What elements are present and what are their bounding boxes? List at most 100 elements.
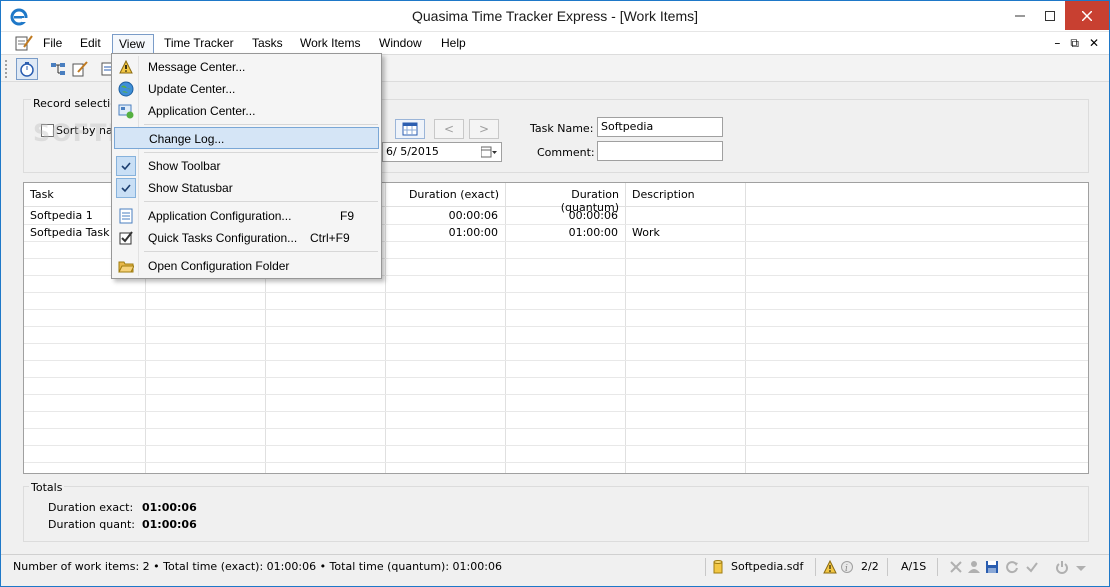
status-separator (705, 558, 706, 576)
status-summary: Number of work items: 2 • Total time (ex… (13, 560, 502, 573)
calendar-icon (402, 122, 418, 136)
duration-exact-value: 01:00:06 (142, 501, 197, 514)
cell-duration-quantum: 00:00:06 (568, 209, 618, 222)
duration-quant-value: 01:00:06 (142, 518, 197, 531)
apps-icon (118, 103, 134, 119)
menu-item-label: Application Center... (148, 104, 256, 118)
check-icon (118, 158, 134, 174)
menu-view[interactable]: View (112, 34, 154, 53)
task-name-input[interactable]: Softpedia (597, 117, 723, 137)
menu-window[interactable]: Window (373, 34, 428, 53)
dropdown-arrow-icon[interactable] (1075, 565, 1087, 573)
toolbar-edit-button[interactable] (69, 58, 91, 80)
empty-row (24, 344, 1088, 361)
status-bar: Number of work items: 2 • Total time (ex… (1, 554, 1109, 578)
menu-item-label: Message Center... (148, 60, 246, 74)
menu-item-label: Show Toolbar (148, 159, 221, 173)
document-icon[interactable] (15, 35, 33, 51)
previous-button[interactable]: < (434, 119, 464, 139)
empty-row (24, 395, 1088, 412)
menu-item-label: Application Configuration... (148, 209, 292, 223)
col-description[interactable]: Description (626, 183, 746, 207)
calendar-dropdown-icon[interactable] (481, 146, 497, 158)
menu-item-shortcut: F9 (340, 209, 355, 223)
status-file: Softpedia.sdf (731, 560, 804, 573)
menu-file[interactable]: File (37, 34, 68, 53)
date-value: 6/ 5/2015 (386, 145, 439, 158)
date-picker[interactable]: 6/ 5/2015 (382, 142, 502, 162)
empty-row (24, 293, 1088, 310)
empty-row (24, 412, 1088, 429)
database-icon (713, 560, 723, 574)
menu-work-items[interactable]: Work Items (294, 34, 366, 53)
mdi-minimize-button[interactable]: – (1054, 36, 1060, 51)
menu-item-label: Open Configuration Folder (148, 259, 290, 273)
menu-item-message-center[interactable]: Message Center... (114, 56, 379, 78)
user-icon[interactable] (967, 560, 981, 574)
menu-item-application-center[interactable]: Application Center... (114, 100, 379, 122)
duration-exact-label: Duration exact: (48, 501, 134, 514)
menu-item-application-configuration[interactable]: Application Configuration... F9 (114, 205, 379, 227)
toolbar-grip[interactable] (5, 60, 8, 78)
menu-item-show-toolbar[interactable]: Show Toolbar (114, 155, 379, 177)
col-duration-exact[interactable]: Duration (exact) (386, 183, 506, 207)
menu-item-shortcut: Ctrl+F9 (310, 231, 350, 245)
menu-time-tracker[interactable]: Time Tracker (158, 34, 240, 53)
menu-separator (144, 201, 378, 202)
menu-item-show-statusbar[interactable]: Show Statusbar (114, 177, 379, 199)
menu-edit[interactable]: Edit (74, 34, 107, 53)
close-button[interactable] (1065, 1, 1109, 30)
cell-description: Work (632, 226, 660, 239)
mdi-controls: – ⧉ ✕ (1054, 36, 1099, 51)
comment-label: Comment: (537, 146, 595, 159)
mdi-close-button[interactable]: ✕ (1089, 36, 1099, 51)
menu-item-change-log[interactable]: Change Log... (114, 127, 379, 149)
task-name-label: Task Name: (530, 122, 594, 135)
menu-bar: File Edit View Time Tracker Tasks Work I… (1, 32, 1109, 54)
cell-duration-exact: 00:00:06 (448, 209, 498, 222)
menu-separator (144, 124, 378, 125)
cell-description (626, 208, 744, 225)
info-icon[interactable]: i (841, 560, 853, 574)
menu-item-quick-tasks-configuration[interactable]: Quick Tasks Configuration... Ctrl+F9 (114, 227, 379, 249)
totals-title: Totals (29, 481, 65, 494)
menu-separator (144, 152, 378, 153)
empty-row (24, 378, 1088, 395)
menu-item-open-configuration-folder[interactable]: Open Configuration Folder (114, 255, 379, 277)
status-separator (887, 558, 888, 576)
minimize-icon (1015, 15, 1025, 16)
svg-text:i: i (845, 564, 848, 574)
maximize-icon (1045, 10, 1055, 21)
warning-icon[interactable] (823, 560, 837, 574)
status-separator (815, 558, 816, 576)
checkbox-icon (118, 230, 134, 246)
empty-row (24, 327, 1088, 344)
save-icon[interactable] (985, 560, 999, 574)
menu-item-label: Update Center... (148, 82, 236, 96)
next-button[interactable]: > (469, 119, 499, 139)
refresh-icon[interactable] (1005, 560, 1019, 574)
stopwatch-icon (20, 62, 34, 77)
toolbar-timer-button[interactable] (16, 58, 38, 80)
menu-help[interactable]: Help (435, 34, 472, 53)
mdi-restore-button[interactable]: ⧉ (1070, 36, 1079, 51)
app-window: Quasima Time Tracker Express - [Work Ite… (0, 0, 1110, 587)
power-icon[interactable] (1055, 560, 1069, 574)
delete-icon[interactable] (949, 560, 963, 574)
folder-icon (118, 258, 134, 274)
empty-row (24, 446, 1088, 463)
status-mode: A/1S (901, 560, 927, 573)
duration-quant-label: Duration quant: (48, 518, 135, 531)
empty-row (24, 310, 1088, 327)
check-icon[interactable] (1025, 560, 1039, 574)
comment-input[interactable] (597, 141, 723, 161)
minimize-button[interactable] (1005, 1, 1035, 30)
toolbar-hierarchy-button[interactable] (47, 58, 69, 80)
col-duration-quantum[interactable]: Duration (quantum) (506, 183, 626, 214)
maximize-button[interactable] (1035, 1, 1065, 30)
menu-item-update-center[interactable]: Update Center... (114, 78, 379, 100)
calendar-button[interactable] (395, 119, 425, 139)
menu-tasks[interactable]: Tasks (246, 34, 289, 53)
empty-row (24, 361, 1088, 378)
menu-item-label: Quick Tasks Configuration... (148, 231, 298, 245)
